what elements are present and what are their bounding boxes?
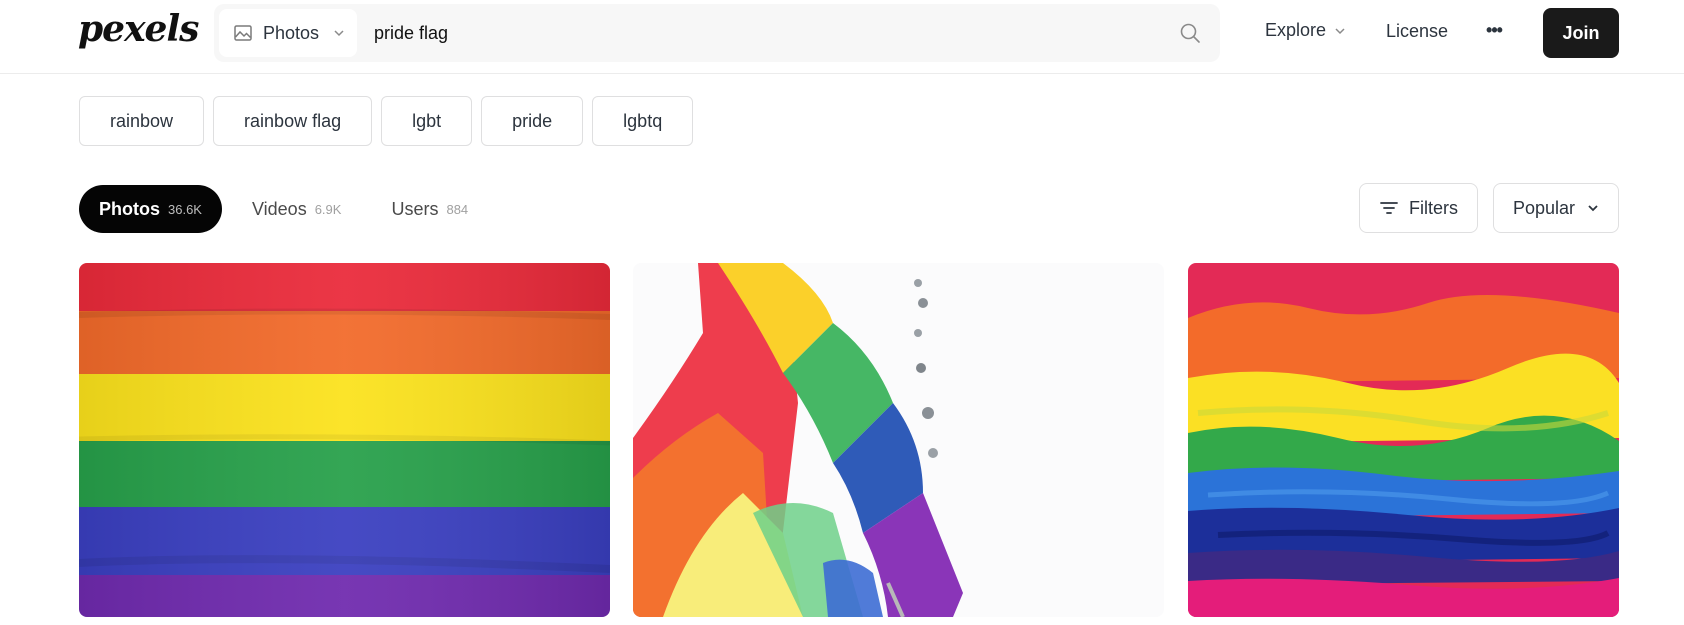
tab-count: 884 bbox=[446, 201, 469, 217]
sort-dropdown[interactable]: Popular bbox=[1493, 183, 1619, 233]
filter-lines-icon bbox=[1380, 202, 1398, 214]
pexels-logo[interactable]: pexels bbox=[78, 8, 199, 50]
tab-photos[interactable]: Photos 36.6K bbox=[79, 185, 222, 233]
sort-label: Popular bbox=[1512, 197, 1576, 218]
pexels-search-page: pexels Photos Explore bbox=[0, 0, 1684, 625]
tab-label: Videos bbox=[251, 198, 307, 219]
filters-label: Filters bbox=[1409, 197, 1458, 218]
related-search-chip[interactable]: rainbow flag bbox=[213, 96, 373, 146]
related-searches: rainbow rainbow flag lgbt pride lgbtq bbox=[79, 96, 694, 146]
search-type-dropdown[interactable]: Photos bbox=[219, 9, 357, 57]
photo-card[interactable] bbox=[1188, 263, 1619, 617]
nav-explore-label: Explore bbox=[1265, 20, 1327, 40]
related-search-chip[interactable]: lgbt bbox=[381, 96, 473, 146]
tab-count: 36.6K bbox=[168, 201, 202, 217]
photo-rainbow-flag-flat bbox=[79, 263, 610, 617]
tab-users[interactable]: Users 884 bbox=[371, 185, 488, 233]
photo-card[interactable] bbox=[633, 263, 1164, 617]
chevron-down-icon bbox=[1588, 205, 1598, 212]
nav-explore[interactable]: Explore bbox=[1265, 20, 1346, 41]
more-icon[interactable]: ••• bbox=[1482, 18, 1506, 42]
related-search-chip[interactable]: lgbtq bbox=[592, 96, 694, 146]
nav-license[interactable]: License bbox=[1386, 21, 1448, 42]
search-type-label: Photos bbox=[263, 22, 320, 43]
search-icon[interactable] bbox=[1178, 21, 1202, 45]
tab-videos[interactable]: Videos 6.9K bbox=[232, 185, 361, 233]
join-button[interactable]: Join bbox=[1543, 8, 1619, 58]
site-header: pexels Photos Explore bbox=[0, 0, 1684, 74]
photo-card[interactable] bbox=[79, 263, 610, 617]
image-icon bbox=[234, 25, 252, 41]
chevron-down-icon bbox=[334, 30, 344, 37]
photo-rainbow-flag-waving bbox=[633, 263, 1164, 617]
tab-count: 6.9K bbox=[314, 201, 342, 217]
chevron-down-icon bbox=[1335, 27, 1345, 34]
search-bar: Photos bbox=[214, 4, 1220, 62]
tab-label: Users bbox=[391, 198, 439, 219]
related-search-chip[interactable]: rainbow bbox=[79, 96, 205, 146]
tab-label: Photos bbox=[99, 198, 160, 219]
search-input[interactable] bbox=[374, 13, 1134, 53]
photo-painted-rainbow bbox=[1188, 263, 1619, 617]
related-search-chip[interactable]: pride bbox=[481, 96, 584, 146]
media-type-tabs: Photos 36.6K Videos 6.9K Users 884 bbox=[79, 185, 498, 233]
filters-button[interactable]: Filters bbox=[1359, 183, 1478, 233]
